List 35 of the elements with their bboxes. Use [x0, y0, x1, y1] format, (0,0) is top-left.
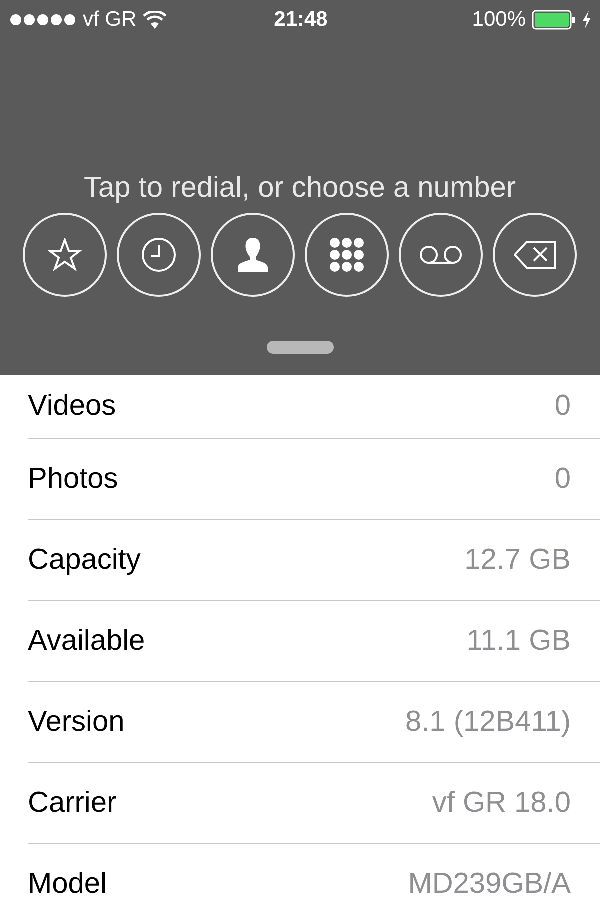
row-value: MD239GB/A: [408, 868, 571, 900]
row-label: Carrier: [28, 786, 117, 820]
wifi-icon: [142, 11, 167, 29]
battery-percentage: 100%: [472, 8, 526, 32]
row-value: 0: [554, 390, 571, 423]
row-label: Photos: [28, 462, 118, 496]
recents-button[interactable]: [117, 213, 201, 297]
keypad-button[interactable]: [305, 213, 389, 297]
row-value: 8.1 (12B411): [405, 706, 571, 738]
row-value: 11.1 GB: [466, 624, 571, 658]
star-icon: [48, 238, 82, 272]
keypad-icon: [329, 236, 365, 274]
drag-handle[interactable]: [266, 341, 334, 354]
clock-time: 21:48: [274, 8, 328, 32]
person-icon: [237, 237, 269, 273]
battery-icon: [532, 10, 576, 30]
row-label: Available: [28, 624, 146, 658]
delete-button[interactable]: [493, 213, 577, 297]
row-value: 0: [554, 462, 571, 496]
redial-prompt: Tap to redial, or choose a number: [84, 172, 516, 205]
row-label: Version: [28, 706, 125, 738]
contacts-button[interactable]: [211, 213, 295, 297]
clock-icon: [141, 237, 177, 273]
carrier-name: vf GR: [83, 8, 137, 32]
row-label: Capacity: [28, 544, 141, 576]
row-value: vf GR 18.0: [432, 786, 571, 820]
favorites-button[interactable]: [23, 213, 107, 297]
row-value: 12.7 GB: [464, 544, 571, 576]
signal-icon: [10, 14, 77, 26]
backspace-icon: [514, 241, 556, 269]
row-label: Model: [28, 868, 107, 900]
charging-bolt-icon: [582, 11, 592, 29]
voicemail-button[interactable]: [399, 213, 483, 297]
voicemail-icon: [418, 244, 464, 266]
row-label: Videos: [28, 390, 116, 423]
